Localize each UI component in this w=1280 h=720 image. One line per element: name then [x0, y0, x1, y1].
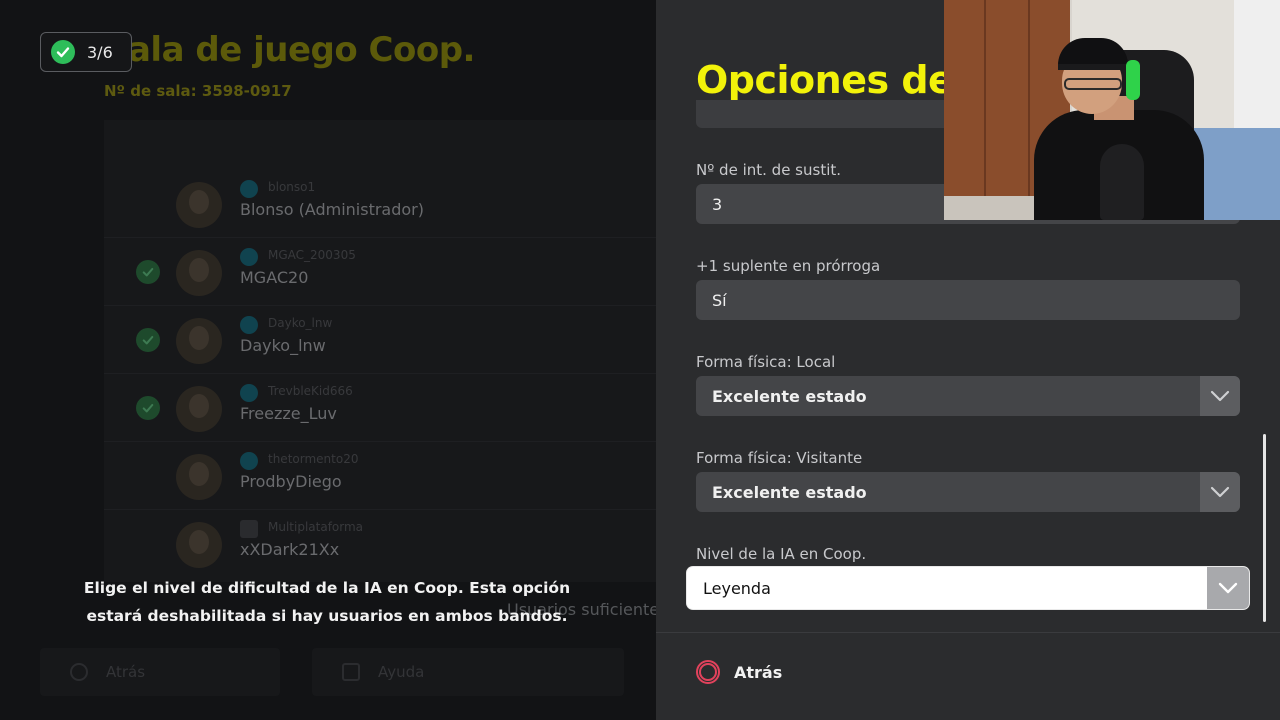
options-title: Opciones de	[696, 58, 954, 102]
field-label: Nivel de la IA en Coop.	[696, 545, 867, 563]
home-fitness-dropdown[interactable]: Excelente estado	[696, 376, 1240, 416]
scrollbar[interactable]	[1263, 434, 1266, 622]
avatar	[176, 318, 222, 364]
playstation-icon	[240, 452, 258, 470]
room-number: Nº de sala: 3598-0917	[104, 82, 292, 100]
ready-counter-badge: 3/6	[40, 32, 132, 72]
avatar	[176, 386, 222, 432]
square-button-icon	[342, 663, 360, 681]
player-online-id: TrevbleKid666	[268, 384, 353, 398]
check-icon	[51, 40, 75, 64]
glasses	[1064, 78, 1122, 90]
playstation-icon	[240, 384, 258, 402]
player-online-id: MGAC_200305	[268, 248, 356, 262]
option-description: Elige el nivel de dificultad de la IA en…	[83, 579, 571, 625]
field-value: Leyenda	[703, 578, 771, 598]
microphone	[1100, 144, 1144, 220]
divider	[656, 632, 1280, 633]
lobby-back-label: Atrás	[106, 663, 146, 681]
player-row[interactable]: MGAC_200305 MGAC20	[104, 238, 656, 306]
playstation-icon	[240, 248, 258, 266]
game-screen: Sala de juego Coop. Nº de sala: 3598-091…	[0, 0, 1280, 720]
playstation-icon	[240, 180, 258, 198]
lobby-help-button[interactable]: Ayuda	[312, 648, 624, 696]
field-label: Nº de int. de sustit.	[696, 161, 842, 179]
check-icon	[136, 260, 160, 284]
player-online-id: thetormento20	[268, 452, 359, 466]
player-online-id: blonso1	[268, 180, 316, 194]
player-name: Dayko_lnw	[240, 336, 326, 355]
player-name: MGAC20	[240, 268, 309, 287]
chevron-down-icon	[1200, 376, 1240, 416]
away-fitness-dropdown[interactable]: Excelente estado	[696, 472, 1240, 512]
field-label: Forma física: Local	[696, 353, 836, 371]
lobby-help-label: Ayuda	[378, 663, 425, 681]
headset	[1126, 60, 1140, 100]
extra-sub-overtime-field[interactable]: Sí	[696, 280, 1240, 320]
circle-button-icon	[70, 663, 88, 681]
field-value: 3	[712, 194, 723, 214]
circle-button-icon	[696, 660, 720, 684]
webcam-overlay	[944, 0, 1280, 220]
player-online-id: Multiplataforma	[268, 520, 364, 534]
chevron-down-icon	[1200, 472, 1240, 512]
coop-lobby: Sala de juego Coop. Nº de sala: 3598-091…	[0, 0, 656, 720]
player-name: Freezze_Luv	[240, 404, 337, 423]
lobby-title: Sala de juego Coop.	[104, 30, 475, 70]
player-row[interactable]: Dayko_lnw Dayko_lnw	[104, 306, 656, 374]
avatar	[176, 522, 222, 568]
player-row[interactable]: TrevbleKid666 Freezze_Luv	[104, 374, 656, 442]
ai-level-dropdown[interactable]: Leyenda	[687, 567, 1249, 609]
field-value: Excelente estado	[712, 386, 867, 406]
field-value: Excelente estado	[712, 482, 867, 502]
player-row[interactable]: blonso1 Blonso (Administrador)	[104, 170, 656, 238]
player-name: xXDark21Xx	[240, 540, 340, 559]
player-name: ProdbyDiego	[240, 472, 342, 491]
player-row[interactable]: Multiplataforma xXDark21Xx	[104, 510, 656, 578]
player-list: blonso1 Blonso (Administrador) MGAC_2003…	[104, 120, 656, 582]
field-value: Sí	[712, 290, 727, 310]
check-icon	[136, 328, 160, 352]
playstation-icon	[240, 316, 258, 334]
player-online-id: Dayko_lnw	[268, 316, 333, 330]
avatar	[176, 182, 222, 228]
back-button[interactable]: Atrás	[696, 660, 782, 684]
avatar	[176, 250, 222, 296]
back-label: Atrás	[734, 662, 783, 682]
player-row[interactable]: thetormento20 ProdbyDiego	[104, 442, 656, 510]
check-icon	[136, 396, 160, 420]
gamepad-icon	[240, 520, 258, 538]
chevron-down-icon	[1207, 567, 1249, 609]
avatar	[176, 454, 222, 500]
lobby-back-button[interactable]: Atrás	[40, 648, 280, 696]
field-label: Forma física: Visitante	[696, 449, 863, 467]
ready-counter: 3/6	[87, 42, 113, 62]
player-name: Blonso (Administrador)	[240, 200, 424, 219]
field-label: +1 suplente en prórroga	[696, 257, 881, 275]
